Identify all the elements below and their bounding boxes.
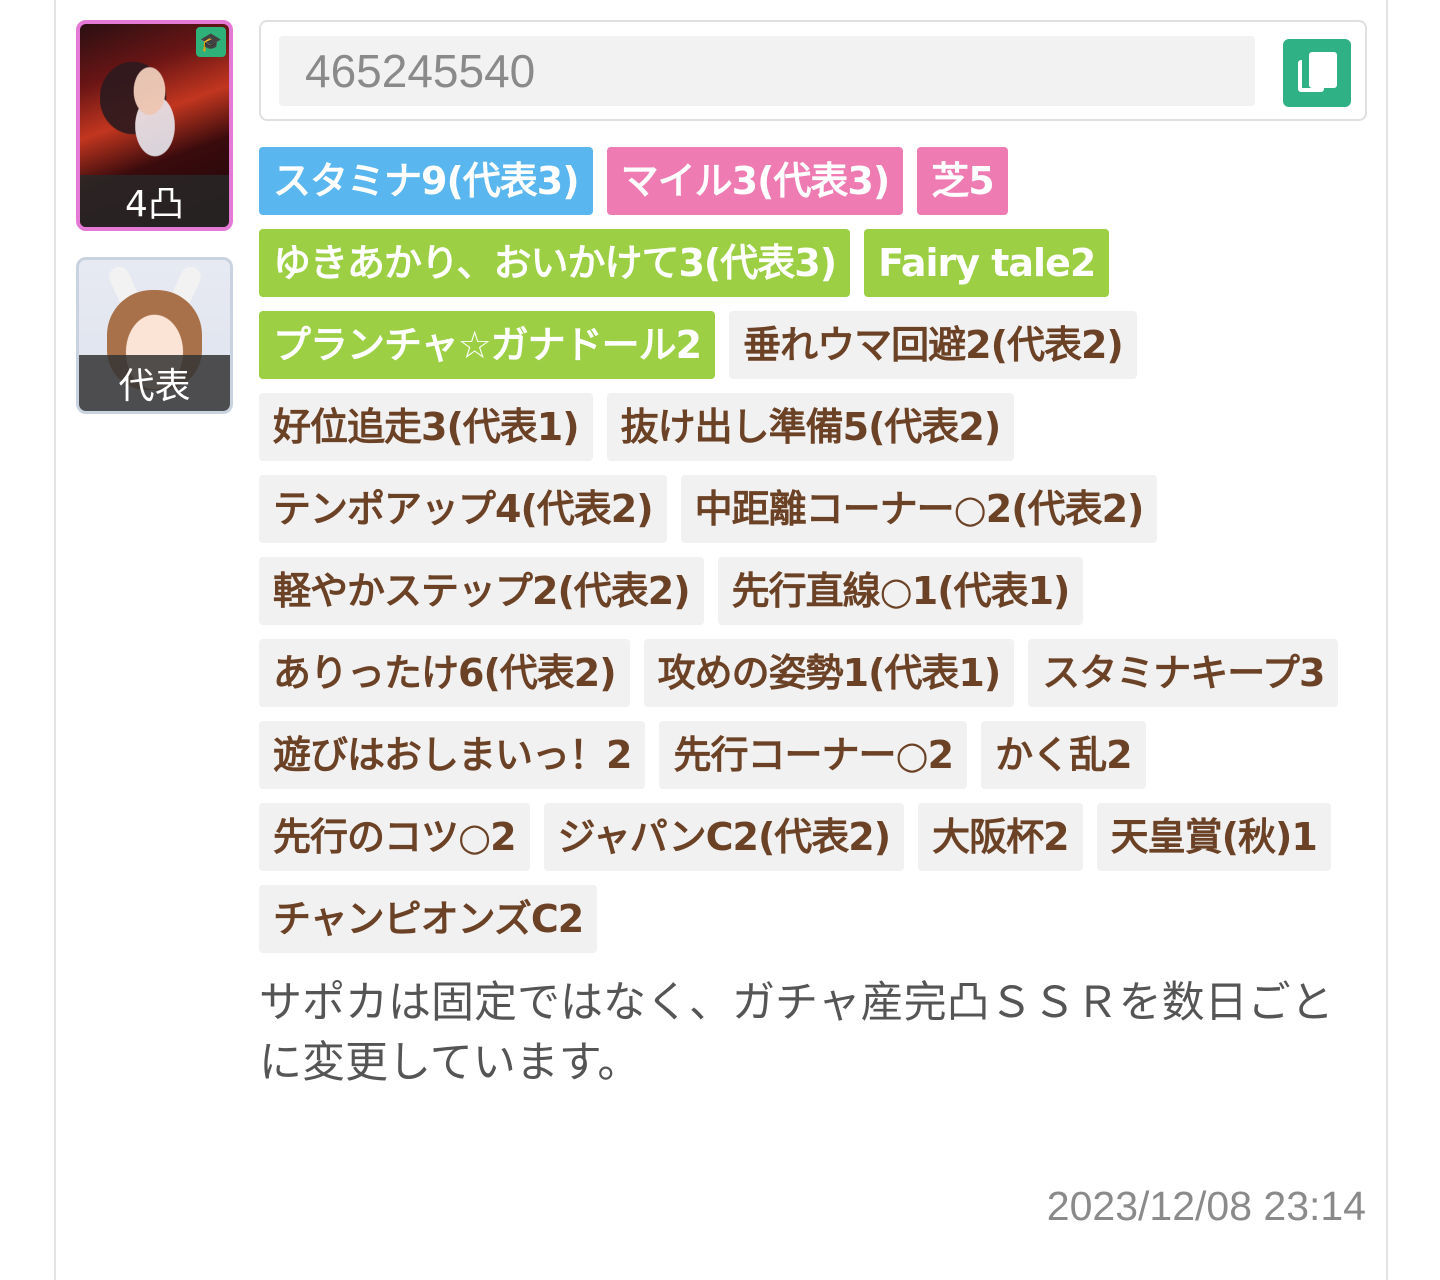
post-main: 465245540 スタミナ9(代表3) マイル3(代表3) 芝5 ゆきあかり、おいか… [259, 20, 1367, 1093]
support-card-art [100, 42, 210, 182]
friend-id-field[interactable]: 465245540 [279, 36, 1255, 106]
factor-tag[interactable]: 軽やかステップ2(代表2) [259, 557, 704, 625]
factor-tag[interactable]: 好位追走3(代表1) [259, 393, 593, 461]
factor-tag[interactable]: 抜け出し準備5(代表2) [606, 393, 1015, 461]
factor-tag[interactable]: かく乱2 [981, 721, 1146, 789]
factor-tag[interactable]: 垂れウマ回避2(代表2) [729, 311, 1137, 379]
factor-tag[interactable]: Fairy tale2 [864, 229, 1110, 297]
copy-button[interactable] [1283, 39, 1351, 107]
factor-tag[interactable]: 先行のコツ○2 [259, 803, 530, 871]
factor-tag[interactable]: チャンピオンズC2 [259, 885, 598, 953]
factor-tag[interactable]: ジャパンC2(代表2) [543, 803, 905, 871]
factor-tag[interactable]: 芝5 [917, 147, 1008, 215]
factor-tag[interactable]: 中距離コーナー○2(代表2) [680, 475, 1158, 543]
factor-tag[interactable]: スタミナキープ3 [1028, 639, 1339, 707]
factor-tag[interactable]: 大阪杯2 [918, 803, 1083, 871]
factor-tag[interactable]: 攻めの姿勢1(代表1) [643, 639, 1015, 707]
factor-tags: スタミナ9(代表3) マイル3(代表3) 芝5 ゆきあかり、おいかけて3(代表3) Fa… [259, 147, 1367, 953]
comment-text: サポカは固定ではなく、ガチャ産完凸ＳＳＲを数日ごとに変更しています。 [259, 978, 1334, 1088]
factor-tag[interactable]: ありったけ6(代表2) [259, 639, 630, 707]
factor-tag[interactable]: マイル3(代表3) [606, 147, 904, 215]
factor-tag[interactable]: テンポアップ4(代表2) [259, 475, 667, 543]
post-timestamp: 2023/12/08 23:14 [1046, 1183, 1366, 1229]
factor-tag[interactable]: 先行コーナー○2 [659, 721, 968, 789]
factor-tag[interactable]: 天皇賞(秋)1 [1096, 803, 1331, 871]
factor-tag[interactable]: ゆきあかり、おいかけて3(代表3) [259, 229, 851, 297]
avatar-column: 🎓 4凸 代表 [76, 20, 233, 414]
support-card-image[interactable]: 🎓 4凸 [76, 20, 233, 231]
copy-icon [1309, 52, 1337, 88]
representative-label: 代表 [79, 355, 230, 411]
factor-tag[interactable]: プランチャ☆ガナドール2 [259, 311, 716, 379]
factor-tag[interactable]: 遊びはおしまいっ！2 [259, 721, 646, 789]
friend-id-box: 465245540 [259, 20, 1367, 121]
factor-tag[interactable]: 先行直線○1(代表1) [717, 557, 1084, 625]
graduation-cap-icon: 🎓 [196, 27, 226, 57]
limit-break-label: 4凸 [80, 175, 229, 227]
character-avatar[interactable]: 代表 [76, 257, 233, 414]
factor-tag[interactable]: スタミナ9(代表3) [259, 147, 593, 215]
